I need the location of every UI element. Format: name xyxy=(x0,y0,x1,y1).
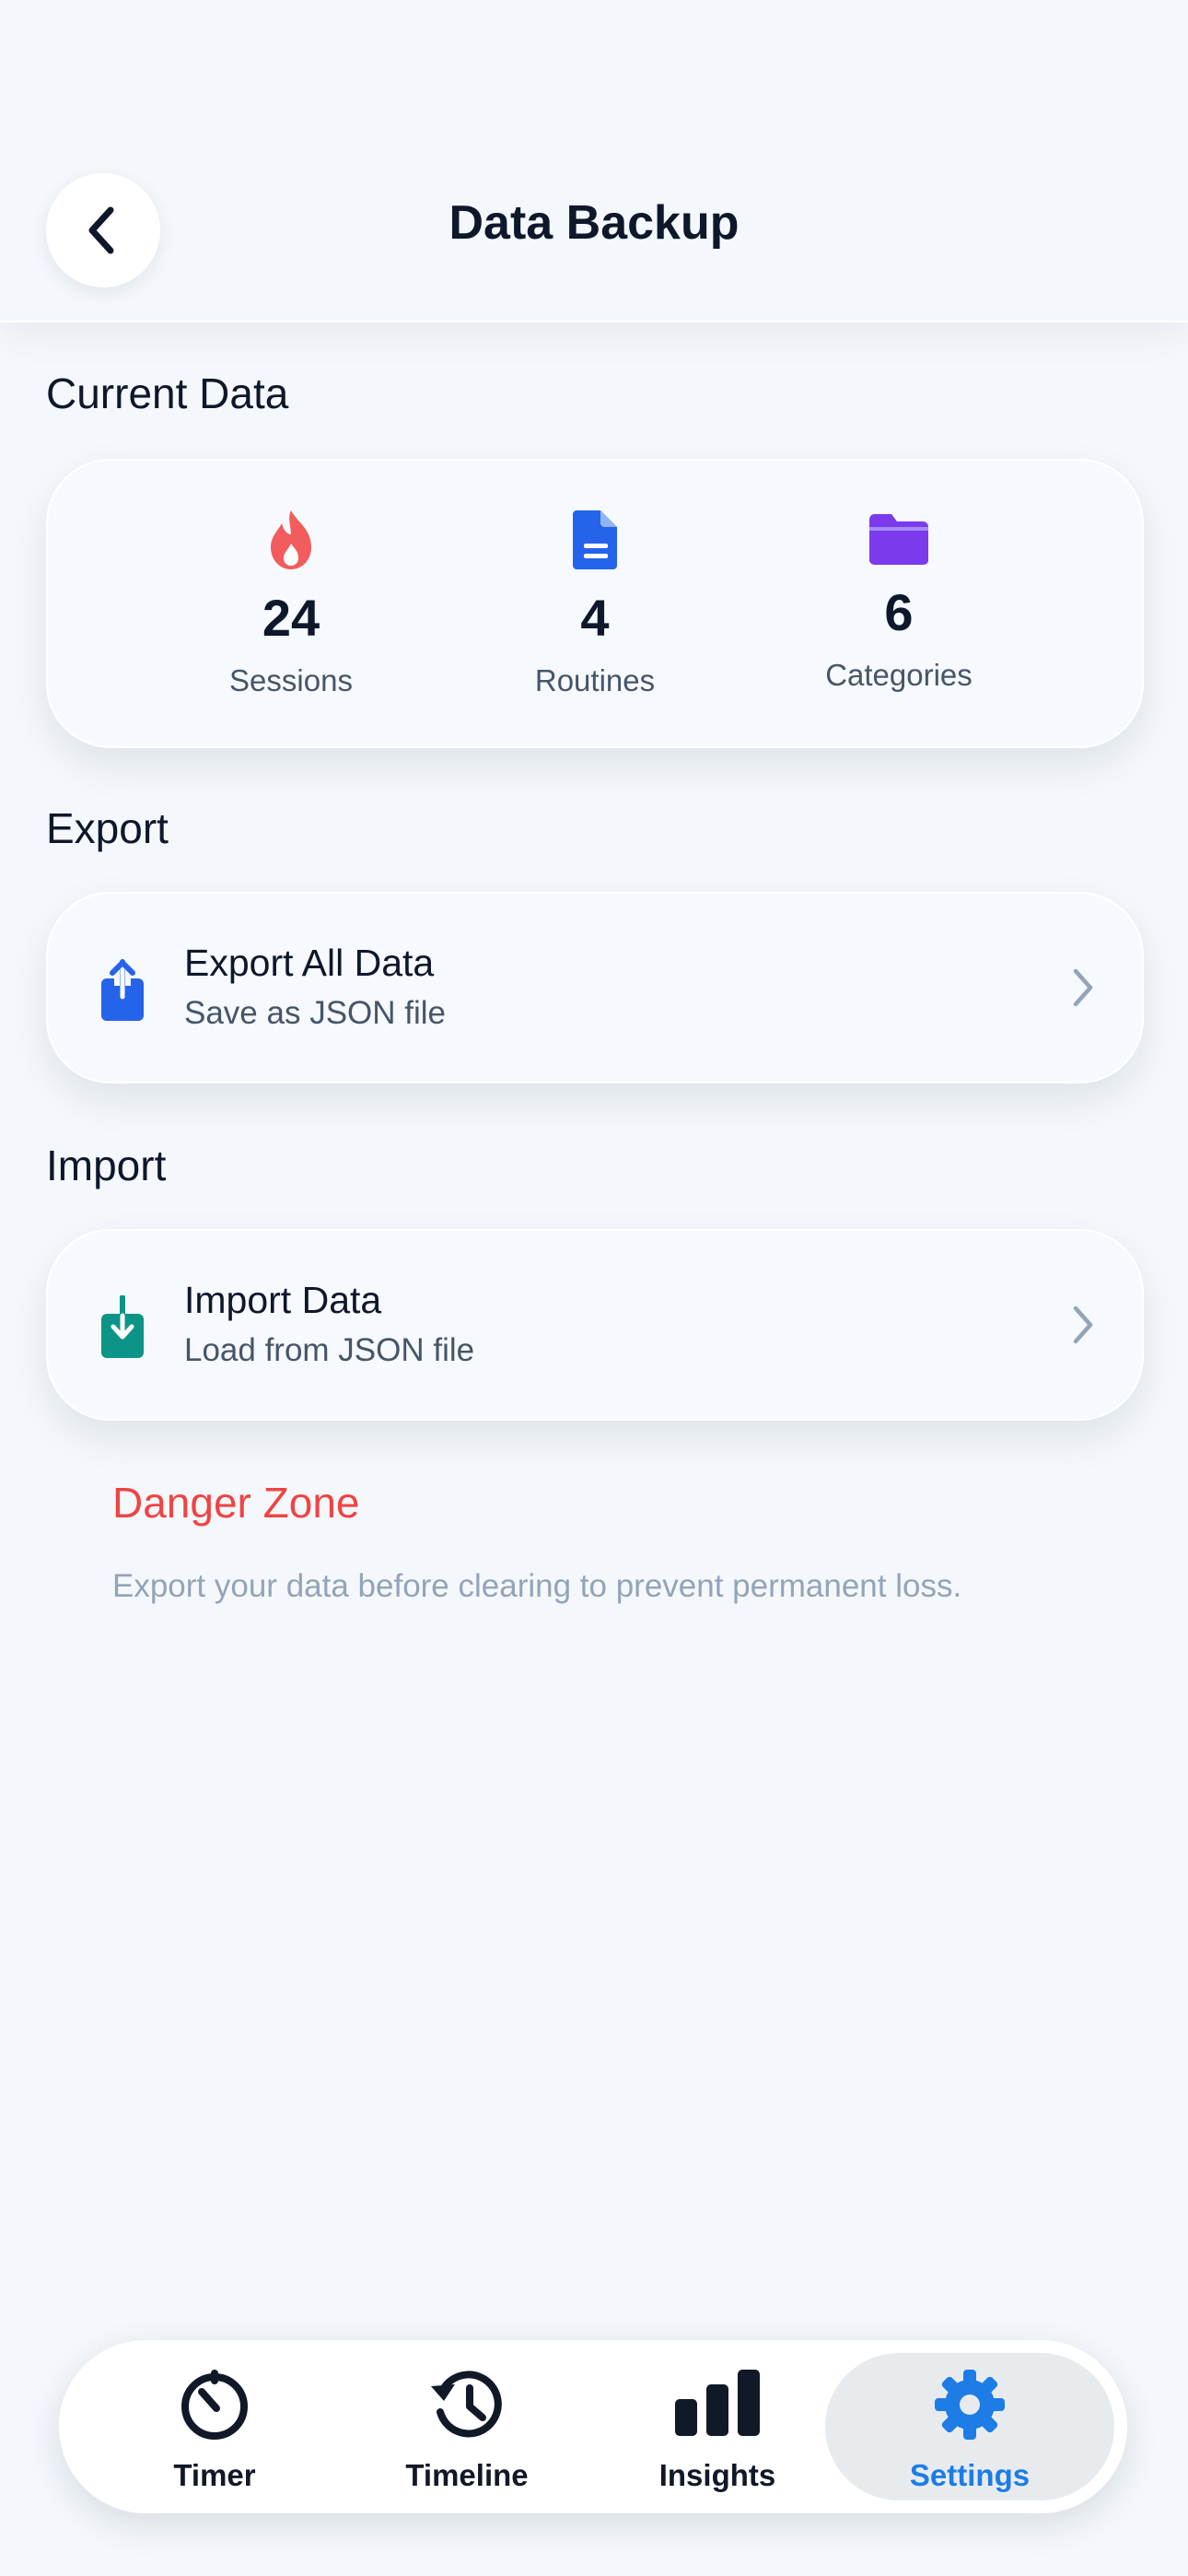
flame-icon xyxy=(271,510,311,569)
stat-sessions: 24 Sessions xyxy=(116,461,466,746)
document-icon xyxy=(573,510,617,569)
stat-categories: 6 Categories xyxy=(724,461,1074,746)
tab-settings[interactable]: Settings xyxy=(825,2340,1114,2513)
tab-insights[interactable]: Insights xyxy=(593,2340,842,2513)
current-data-title: Current Data xyxy=(46,369,289,417)
import-title: Import xyxy=(46,1142,167,1189)
download-tray-icon xyxy=(101,1295,144,1358)
import-data-row[interactable]: Import Data Load from JSON file xyxy=(46,1229,1144,1421)
tab-bar: Timer Timeline Insights Settings xyxy=(59,2340,1127,2513)
tab-label: Settings xyxy=(909,2458,1031,2492)
tab-timer[interactable]: Timer xyxy=(90,2340,339,2513)
import-row-subtitle: Load from JSON file xyxy=(184,1332,475,1368)
tab-label: Insights xyxy=(658,2458,776,2492)
tab-label: Timer xyxy=(173,2458,256,2492)
export-row-title: Export All Data xyxy=(184,942,435,984)
current-data-card: 24 Sessions 4 Routines 6 Categories xyxy=(46,459,1144,748)
stopwatch-icon xyxy=(181,2370,248,2440)
stat-label: Sessions xyxy=(229,663,353,697)
page-title: Data Backup xyxy=(448,196,740,250)
stat-value: 6 xyxy=(884,583,914,641)
export-all-data-row[interactable]: Export All Data Save as JSON file xyxy=(46,892,1144,1083)
header: Data Backup xyxy=(0,0,1188,322)
folder-icon xyxy=(869,514,928,565)
share-upload-icon xyxy=(101,959,144,1021)
tab-timeline[interactable]: Timeline xyxy=(343,2340,591,2513)
import-row-title: Import Data xyxy=(184,1279,382,1321)
history-icon xyxy=(431,2371,502,2438)
export-row-subtitle: Save as JSON file xyxy=(184,995,446,1031)
stat-routines: 4 Routines xyxy=(420,461,770,746)
export-title: Export xyxy=(46,804,169,852)
chevron-right-icon xyxy=(1073,1306,1093,1344)
danger-zone-text: Export your data before clearing to prev… xyxy=(112,1568,962,1604)
screen: Data Backup Current Data 24 Sessions 4 R… xyxy=(0,0,1188,2576)
stat-value: 4 xyxy=(580,589,610,647)
stat-label: Categories xyxy=(825,658,973,692)
tab-label: Timeline xyxy=(405,2458,529,2492)
stat-label: Routines xyxy=(534,663,656,697)
bar-chart-icon xyxy=(675,2370,760,2436)
gear-icon xyxy=(935,2370,1005,2440)
danger-zone-title: Danger Zone xyxy=(112,1479,360,1527)
stat-value: 24 xyxy=(262,589,320,647)
chevron-right-icon xyxy=(1073,968,1093,1007)
